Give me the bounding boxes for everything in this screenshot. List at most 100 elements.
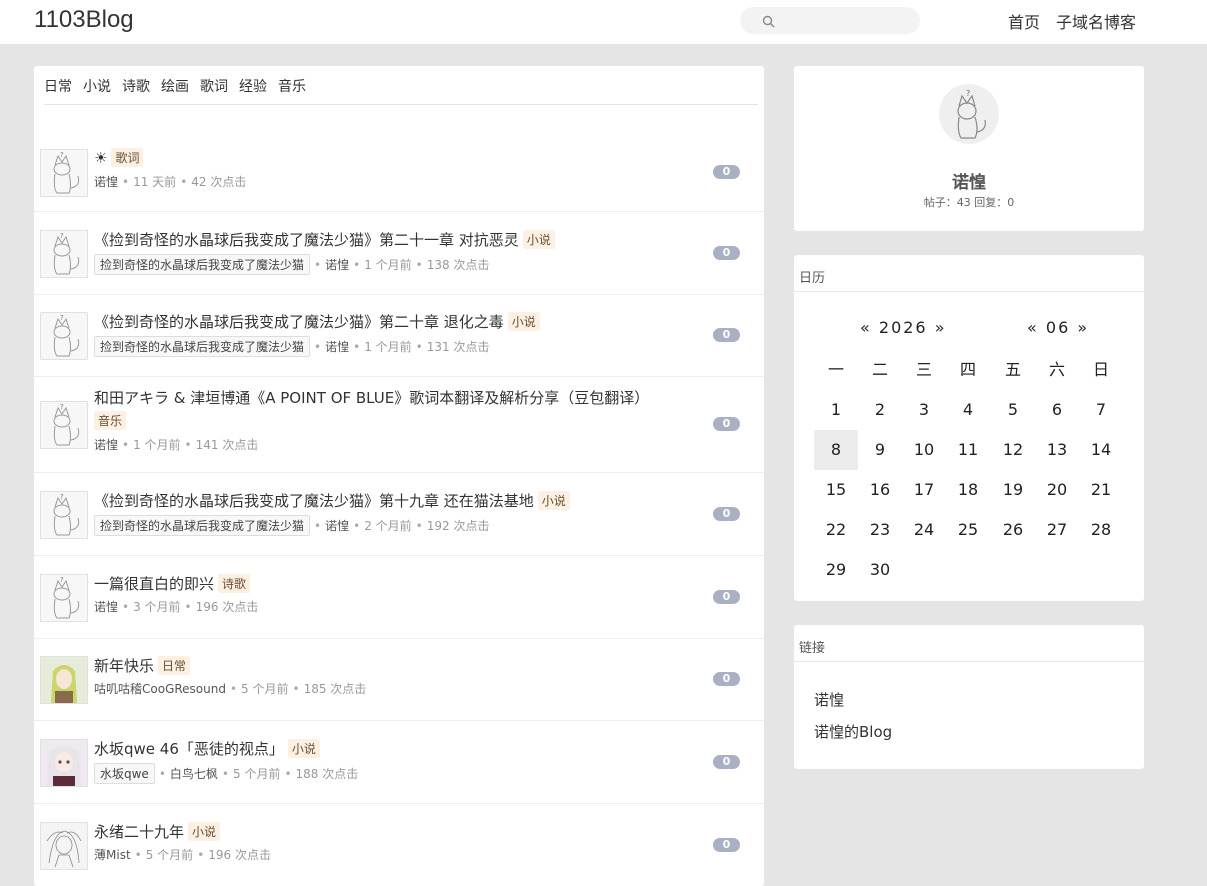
calendar-day[interactable]: 2 xyxy=(858,390,902,430)
calendar-day[interactable]: 25 xyxy=(946,510,990,550)
series-tag[interactable]: 捡到奇怪的水晶球后我变成了魔法少猫 xyxy=(94,336,311,357)
calendar-day[interactable]: 29 xyxy=(814,550,858,590)
calendar-day[interactable]: 24 xyxy=(902,510,946,550)
post-row[interactable]: ? 《捡到奇怪的水晶球后我变成了魔法少猫》第二十一章 对抗恶灵 小说 捡到奇怪的水晶球… xyxy=(34,211,764,295)
tab-music[interactable]: 音乐 xyxy=(278,76,306,96)
post-title[interactable]: 《捡到奇怪的水晶球后我变成了魔法少猫》第二十一章 对抗恶灵 小说 xyxy=(94,229,555,250)
post-title-text[interactable]: 新年快乐 xyxy=(94,657,154,675)
calendar-day[interactable]: 14 xyxy=(1079,430,1123,470)
calendar-day[interactable]: 17 xyxy=(902,470,946,510)
calendar-day[interactable]: 28 xyxy=(1079,510,1123,550)
post-author[interactable]: 诺惶 xyxy=(94,175,118,189)
next-year-button[interactable]: » xyxy=(935,318,947,337)
calendar-day[interactable]: 9 xyxy=(858,430,902,470)
post-title[interactable]: ☀ 歌词 xyxy=(94,148,144,167)
search-box[interactable] xyxy=(740,7,920,34)
calendar-day[interactable]: 3 xyxy=(902,390,946,430)
tab-poetry[interactable]: 诗歌 xyxy=(122,76,150,96)
calendar-day[interactable]: 4 xyxy=(946,390,990,430)
calendar-day[interactable]: 6 xyxy=(1035,390,1079,430)
calendar-day[interactable]: 7 xyxy=(1079,390,1123,430)
post-title-text[interactable]: 《捡到奇怪的水晶球后我变成了魔法少猫》第二十章 退化之毒 xyxy=(94,313,504,331)
tab-novel[interactable]: 小说 xyxy=(83,76,111,96)
category-tag[interactable]: 诗歌 xyxy=(218,574,251,593)
post-title-text[interactable]: 和田アキラ & 津垣博通《A POINT OF BLUE》歌词本翻译及解析分享（… xyxy=(94,389,649,407)
author-avatar[interactable]: ? xyxy=(40,574,88,622)
post-title-text[interactable]: 水坂qwe 46「恶徒的视点」 xyxy=(94,740,284,758)
calendar-day-today[interactable]: 8 xyxy=(814,430,858,470)
author-avatar[interactable] xyxy=(40,739,88,787)
post-author[interactable]: 诺惶 xyxy=(94,438,118,452)
category-tag[interactable]: 小说 xyxy=(507,312,540,331)
calendar-day[interactable]: 20 xyxy=(1035,470,1079,510)
avatar[interactable]: ? xyxy=(939,84,999,144)
post-author[interactable]: 诺惶 xyxy=(94,600,118,614)
post-title-text[interactable]: ☀ xyxy=(94,149,107,167)
author-avatar[interactable]: ? xyxy=(40,230,88,278)
calendar-day[interactable]: 26 xyxy=(991,510,1035,550)
category-tag[interactable]: 小说 xyxy=(537,491,570,510)
prev-month-button[interactable]: « xyxy=(1027,318,1039,337)
post-row[interactable]: ? 《捡到奇怪的水晶球后我变成了魔法少猫》第十九章 还在猫法基地 小说 捡到奇怪的水晶… xyxy=(34,472,764,556)
series-tag[interactable]: 捡到奇怪的水晶球后我变成了魔法少猫 xyxy=(94,254,311,275)
series-tag[interactable]: 捡到奇怪的水晶球后我变成了魔法少猫 xyxy=(94,515,311,536)
post-title-text[interactable]: 永绪二十九年 xyxy=(94,823,184,841)
post-title[interactable]: 水坂qwe 46「恶徒的视点」 小说 xyxy=(94,738,320,759)
calendar-day[interactable]: 27 xyxy=(1035,510,1079,550)
search-icon[interactable] xyxy=(762,13,775,32)
tab-painting[interactable]: 绘画 xyxy=(161,76,189,96)
series-tag[interactable]: 水坂qwe xyxy=(94,763,155,784)
post-row[interactable]: 新年快乐 日常 咕叽咕稽CooGResound • 5 个月前 • 185 次点击 0 xyxy=(34,638,764,721)
post-title-text[interactable]: 《捡到奇怪的水晶球后我变成了魔法少猫》第二十一章 对抗恶灵 xyxy=(94,231,519,249)
author-avatar[interactable]: ? xyxy=(40,401,88,449)
next-month-button[interactable]: » xyxy=(1077,318,1089,337)
profile-name[interactable]: 诺惶 xyxy=(794,168,1144,193)
category-tag[interactable]: 小说 xyxy=(188,822,221,841)
calendar-day[interactable]: 10 xyxy=(902,430,946,470)
nav-home[interactable]: 首页 xyxy=(1008,9,1040,33)
tab-lyrics[interactable]: 歌词 xyxy=(200,76,228,96)
post-title[interactable]: 和田アキラ & 津垣博通《A POINT OF BLUE》歌词本翻译及解析分享（… xyxy=(94,387,649,408)
calendar-day[interactable]: 22 xyxy=(814,510,858,550)
author-avatar[interactable]: ? xyxy=(40,149,88,197)
post-author[interactable]: 诺惶 xyxy=(325,519,349,533)
post-row[interactable]: ? 一篇很直白的即兴 诗歌 诺惶 • 3 个月前 • 196 次点击 0 xyxy=(34,555,764,639)
post-author[interactable]: 咕叽咕稽CooGResound xyxy=(94,682,226,696)
category-tag[interactable]: 日常 xyxy=(158,656,191,675)
post-title-text[interactable]: 一篇很直白的即兴 xyxy=(94,575,214,593)
calendar-day[interactable]: 11 xyxy=(946,430,990,470)
calendar-day[interactable]: 23 xyxy=(858,510,902,550)
calendar-day[interactable]: 12 xyxy=(991,430,1035,470)
link-nuohuang[interactable]: 诺惶 xyxy=(814,689,844,710)
post-author[interactable]: 诺惶 xyxy=(325,258,349,272)
calendar-day[interactable]: 19 xyxy=(991,470,1035,510)
author-avatar[interactable] xyxy=(40,822,88,870)
calendar-day[interactable]: 15 xyxy=(814,470,858,510)
author-avatar[interactable] xyxy=(40,656,88,704)
post-title[interactable]: 《捡到奇怪的水晶球后我变成了魔法少猫》第二十章 退化之毒 小说 xyxy=(94,311,540,332)
post-author[interactable]: 薄Mist xyxy=(94,848,131,862)
prev-year-button[interactable]: « xyxy=(860,318,872,337)
post-author[interactable]: 诺惶 xyxy=(325,340,349,354)
post-title[interactable]: 《捡到奇怪的水晶球后我变成了魔法少猫》第十九章 还在猫法基地 小说 xyxy=(94,490,570,511)
calendar-day[interactable]: 5 xyxy=(991,390,1035,430)
category-tag[interactable]: 音乐 xyxy=(94,411,127,430)
post-title[interactable]: 永绪二十九年 小说 xyxy=(94,821,221,842)
site-brand[interactable]: 1103Blog xyxy=(34,6,134,34)
category-tag[interactable]: 小说 xyxy=(287,739,320,758)
post-row[interactable]: ? ☀ 歌词 诺惶 • 11 天前 • 42 次点击 0 xyxy=(34,132,764,212)
post-title[interactable]: 一篇很直白的即兴 诗歌 xyxy=(94,573,251,594)
calendar-day[interactable]: 30 xyxy=(858,550,902,590)
author-avatar[interactable]: ? xyxy=(40,312,88,360)
post-author[interactable]: 白鸟七枫 xyxy=(170,767,218,781)
post-row[interactable]: ? 和田アキラ & 津垣博通《A POINT OF BLUE》歌词本翻译及解析分享… xyxy=(34,376,764,473)
nav-subdomain-blogs[interactable]: 子域名博客 xyxy=(1056,9,1136,33)
calendar-day[interactable]: 16 xyxy=(858,470,902,510)
link-nuohuang-blog[interactable]: 诺惶的Blog xyxy=(814,721,892,742)
category-tag[interactable]: 歌词 xyxy=(111,148,144,167)
post-row[interactable]: ? 《捡到奇怪的水晶球后我变成了魔法少猫》第二十章 退化之毒 小说 捡到奇怪的水晶球后… xyxy=(34,294,764,377)
search-input[interactable] xyxy=(780,10,914,32)
calendar-day[interactable]: 21 xyxy=(1079,470,1123,510)
post-title[interactable]: 新年快乐 日常 xyxy=(94,655,191,676)
calendar-day[interactable]: 1 xyxy=(814,390,858,430)
